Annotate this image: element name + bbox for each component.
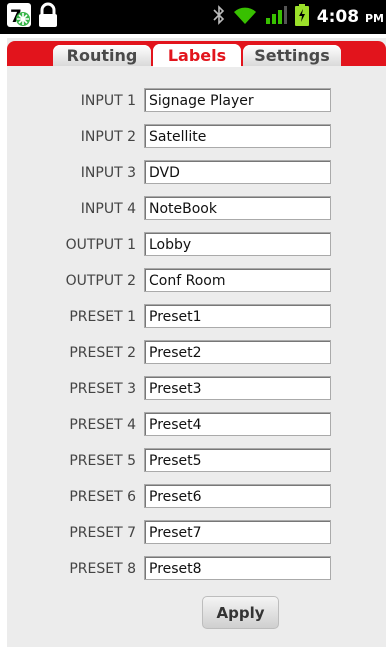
preset-2-name-field[interactable]: Preset2 [144,340,331,364]
label-row-preset-4: PRESET 4 Preset4 [7,412,386,440]
label-row-output-1: OUTPUT 1 Lobby [7,232,386,260]
tab-bar: Routing Labels Settings [7,41,386,67]
clock: 4:08 PM [316,7,384,27]
row-label: PRESET 5 [69,453,136,469]
app-window: Routing Labels Settings INPUT 1 Signage … [7,38,386,647]
label-row-preset-3: PRESET 3 Preset3 [7,376,386,404]
battery-charging-icon [294,4,309,30]
signal-icon [265,5,287,29]
preset-1-name-field[interactable]: Preset1 [144,304,331,328]
row-label: INPUT 2 [80,129,136,145]
bluetooth-icon [213,5,225,29]
preset-7-name-field[interactable]: Preset7 [144,520,331,544]
launcher-icon: 7 [6,2,32,32]
label-row-preset-8: PRESET 8 Preset8 [7,556,386,584]
label-row-input-2: INPUT 2 Satellite [7,124,386,152]
input-1-name-field[interactable]: Signage Player [144,88,331,112]
row-label: PRESET 6 [69,489,136,505]
label-row-preset-6: PRESET 6 Preset6 [7,484,386,512]
label-row-output-2: OUTPUT 2 Conf Room [7,268,386,296]
label-row-preset-5: PRESET 5 Preset5 [7,448,386,476]
tab-routing[interactable]: Routing [53,45,151,66]
row-label: INPUT 4 [80,201,136,217]
preset-5-name-field[interactable]: Preset5 [144,448,331,472]
row-label: OUTPUT 2 [65,273,136,289]
row-label: PRESET 8 [69,561,136,577]
tab-settings[interactable]: Settings [243,45,341,66]
row-label: PRESET 1 [69,309,136,325]
row-label: OUTPUT 1 [65,237,136,253]
label-row-preset-7: PRESET 7 Preset7 [7,520,386,548]
output-2-name-field[interactable]: Conf Room [144,268,331,292]
status-bar: 7 4:08 PM [0,0,386,34]
input-3-name-field[interactable]: DVD [144,160,331,184]
preset-4-name-field[interactable]: Preset4 [144,412,331,436]
output-1-name-field[interactable]: Lobby [144,232,331,256]
preset-8-name-field[interactable]: Preset8 [144,556,331,580]
row-label: PRESET 2 [69,345,136,361]
lock-icon [38,2,58,32]
label-row-input-3: INPUT 3 DVD [7,160,386,188]
label-row-input-4: INPUT 4 NoteBook [7,196,386,224]
label-row-input-1: INPUT 1 Signage Player [7,88,386,116]
row-label: INPUT 3 [80,165,136,181]
row-label: PRESET 3 [69,381,136,397]
label-row-preset-2: PRESET 2 Preset2 [7,340,386,368]
preset-3-name-field[interactable]: Preset3 [144,376,331,400]
row-label: INPUT 1 [80,93,136,109]
row-label: PRESET 4 [69,417,136,433]
tab-labels[interactable]: Labels [153,44,241,67]
input-4-name-field[interactable]: NoteBook [144,196,331,220]
preset-6-name-field[interactable]: Preset6 [144,484,331,508]
apply-button[interactable]: Apply [202,596,279,629]
label-row-preset-1: PRESET 1 Preset1 [7,304,386,332]
input-2-name-field[interactable]: Satellite [144,124,331,148]
wifi-icon [233,5,257,29]
row-label: PRESET 7 [69,525,136,541]
